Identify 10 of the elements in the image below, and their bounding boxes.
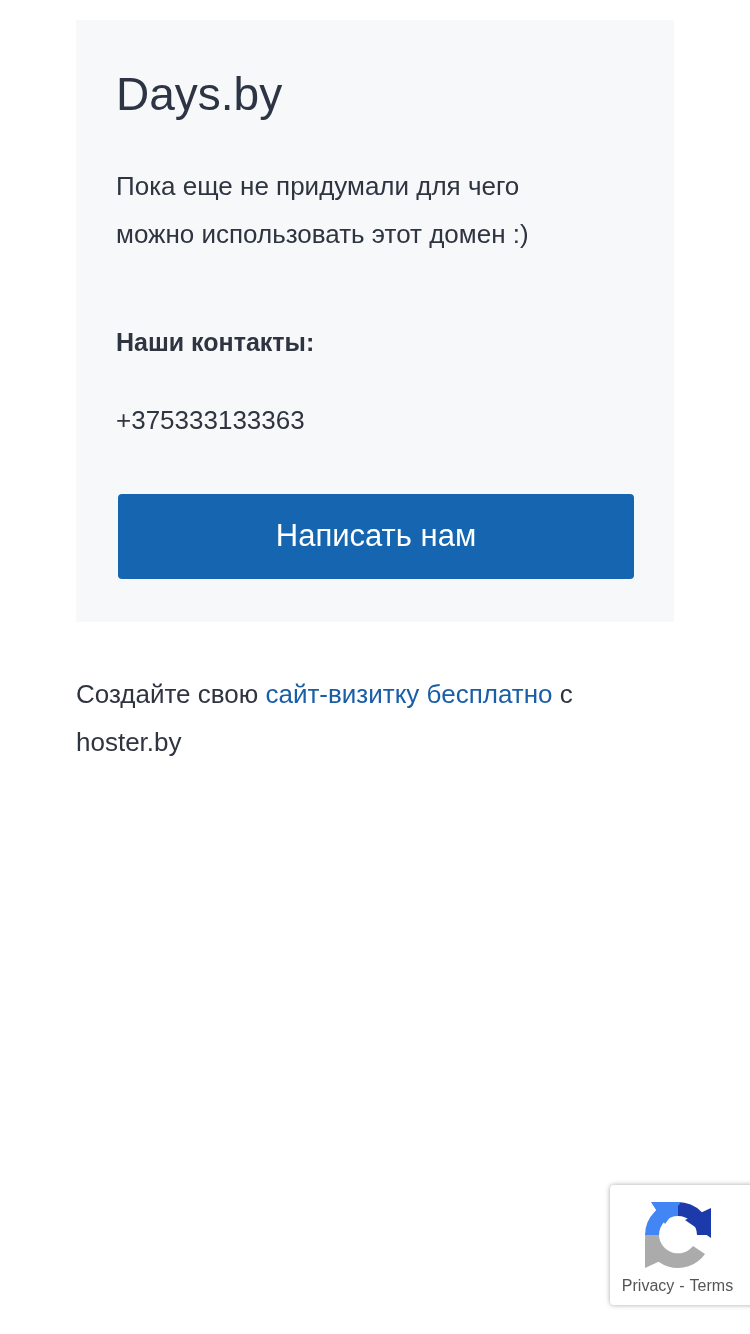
free-site-link[interactable]: сайт-визитку бесплатно xyxy=(265,679,553,709)
terms-link[interactable]: Terms xyxy=(689,1274,734,1298)
privacy-link[interactable]: Privacy xyxy=(621,1274,675,1298)
separator-text: - xyxy=(679,1276,685,1296)
site-title: Days.by xyxy=(116,67,284,122)
phone-text: +375333133363 xyxy=(116,404,306,437)
footer-text: Создайте свою сайт-визитку бесплатно с hoster.by xyxy=(76,678,574,759)
write-us-button[interactable]: Написать нам xyxy=(118,494,634,579)
description-text: Пока еще не придумали для чего можно использовать этот домен :) xyxy=(116,170,530,251)
contacts-heading: Наши контакты: xyxy=(116,327,316,358)
